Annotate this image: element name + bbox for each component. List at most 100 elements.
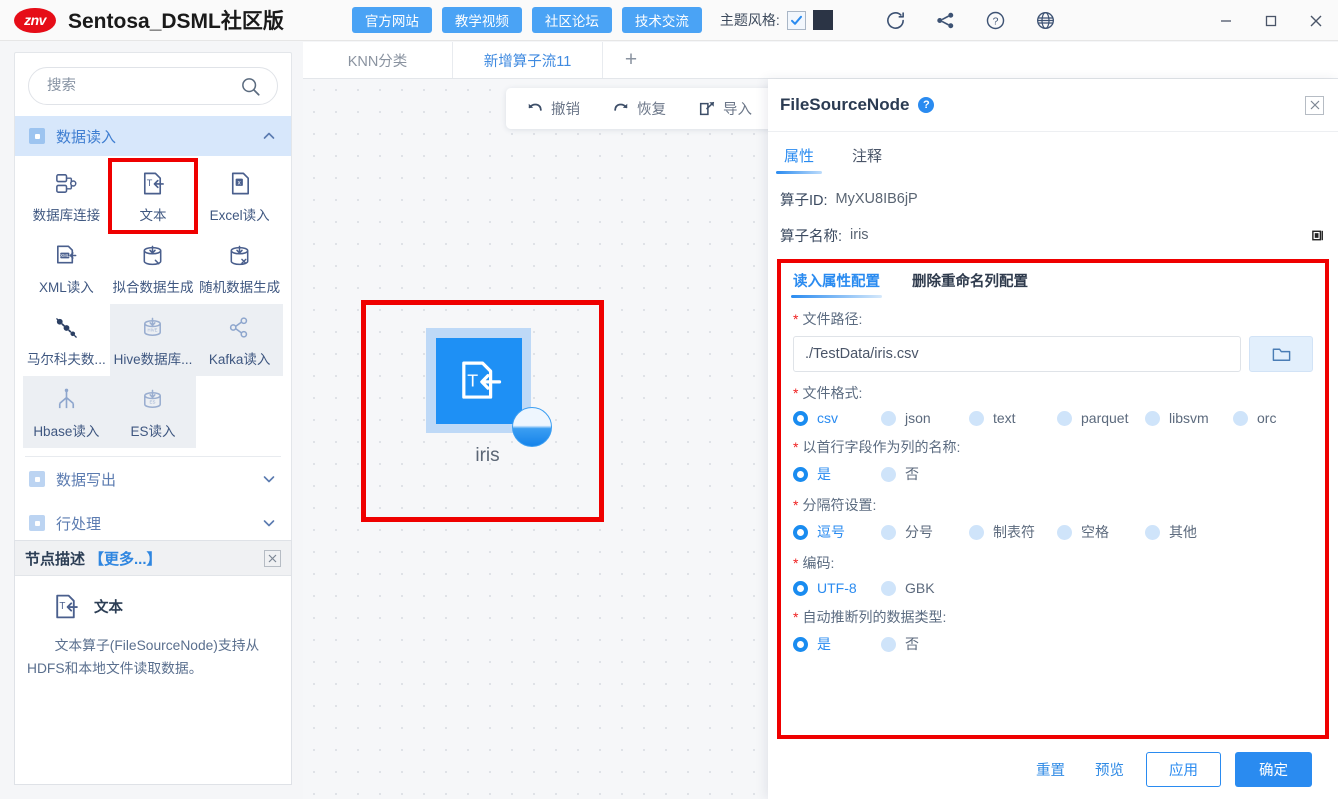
svg-text:T: T — [59, 601, 65, 612]
file-format-option-parquet[interactable]: parquet — [1057, 410, 1145, 426]
tab-attributes[interactable]: 属性 — [775, 136, 823, 174]
chevron-down-icon[interactable] — [261, 515, 277, 531]
redo-button[interactable]: 恢复 — [598, 94, 680, 124]
operator-item-hbase-read[interactable]: Hbase读入 — [23, 376, 110, 448]
search-icon[interactable] — [240, 76, 261, 97]
undo-icon — [526, 100, 544, 118]
option-label: orc — [1257, 410, 1277, 426]
flow-node-iris[interactable]: T — [426, 328, 552, 447]
header-as-columns-option-no[interactable]: 否 — [881, 464, 919, 484]
tab-comments[interactable]: 注释 — [848, 136, 886, 174]
node-description-text: 文本算子(FileSourceNode)支持从HDFS和本地文件读取数据。 — [27, 638, 260, 676]
operator-item-markov-data[interactable]: 马尔科夫数... — [23, 304, 110, 376]
close-icon[interactable] — [1293, 0, 1338, 41]
text-file-import-icon: T — [51, 592, 80, 621]
share-nodes-icon[interactable] — [935, 9, 957, 31]
copy-icon[interactable] — [1311, 228, 1326, 243]
operator-item-kafka-read[interactable]: Kafka读入 — [196, 304, 283, 376]
delimiter-option-comma[interactable]: 逗号 — [793, 522, 881, 542]
file-path-input[interactable] — [793, 336, 1241, 372]
operator-item-xml-read[interactable]: XML XML读入 — [23, 232, 110, 304]
category-bullet-icon — [29, 471, 45, 487]
form-tab-read-properties[interactable]: 读入属性配置 — [791, 270, 882, 298]
minimize-icon[interactable] — [1203, 0, 1248, 41]
required-marker: * — [793, 385, 799, 401]
refresh-icon[interactable] — [885, 9, 907, 31]
sidebar-category-label: 数据写出 — [56, 471, 117, 489]
operator-item-fit-data-generation[interactable]: 拟合数据生成 — [110, 232, 197, 304]
delimiter-option-space[interactable]: 空格 — [1057, 522, 1145, 542]
operator-item-database-connection[interactable]: 数据库连接 — [23, 160, 110, 232]
sidebar-category-label: 行处理 — [56, 515, 102, 533]
file-path-label-text: 文件路径: — [802, 311, 863, 327]
infer-schema-option-no[interactable]: 否 — [881, 634, 919, 654]
chevron-down-icon[interactable] — [261, 471, 277, 487]
infer-schema-option-yes[interactable]: 是 — [793, 634, 881, 654]
confirm-button[interactable]: 确定 — [1235, 751, 1312, 787]
operator-name-value: iris — [850, 227, 869, 243]
delimiter-option-tab[interactable]: 制表符 — [969, 522, 1057, 542]
import-label: 导入 — [723, 102, 752, 118]
add-tab-button[interactable]: + — [603, 42, 659, 78]
file-format-option-orc[interactable]: orc — [1233, 410, 1276, 426]
delimiter-option-other[interactable]: 其他 — [1145, 522, 1197, 542]
close-icon[interactable] — [1305, 95, 1324, 115]
preview-button[interactable]: 预览 — [1087, 759, 1132, 780]
titlebar-icon-group: ? — [885, 9, 1057, 31]
theme-color-swatch[interactable] — [812, 10, 833, 30]
option-label: parquet — [1081, 410, 1129, 426]
search-box[interactable] — [28, 67, 278, 105]
search-input[interactable] — [45, 77, 240, 95]
folder-icon — [1272, 348, 1290, 361]
help-circle-icon[interactable]: ? — [985, 9, 1007, 31]
import-icon — [698, 100, 716, 118]
sidebar-category-data-input[interactable]: 数据读入 — [15, 116, 291, 156]
option-label: 分号 — [905, 524, 933, 540]
delimiter-option-semicolon[interactable]: 分号 — [881, 522, 969, 542]
data-preview-badge[interactable] — [512, 407, 552, 447]
help-circle-icon[interactable]: ? — [918, 97, 935, 113]
browse-file-button[interactable] — [1249, 336, 1313, 372]
sidebar-category-row-processing[interactable]: 行处理 — [15, 501, 291, 545]
redo-label: 恢复 — [637, 102, 666, 118]
option-label: json — [905, 410, 931, 426]
theme-style-checkbox[interactable] — [786, 10, 806, 30]
header-as-columns-radio-group: 是 否 — [793, 464, 1313, 484]
kafka-icon — [226, 313, 253, 343]
community-forum-button[interactable]: 社区论坛 — [531, 7, 612, 33]
close-icon[interactable] — [264, 549, 281, 567]
file-format-option-json[interactable]: json — [881, 410, 969, 426]
operator-item-hive-database[interactable]: HIVE Hive数据库... — [109, 304, 197, 376]
file-format-option-text[interactable]: text — [969, 410, 1057, 426]
selected-node-container[interactable]: T iris — [361, 300, 604, 522]
file-format-option-csv[interactable]: csv — [793, 410, 881, 426]
file-format-option-libsvm[interactable]: libsvm — [1145, 410, 1233, 426]
apply-button[interactable]: 应用 — [1146, 751, 1221, 787]
encoding-option-utf8[interactable]: UTF-8 — [793, 580, 881, 596]
operator-item-random-data-generation[interactable]: 随机数据生成 — [196, 232, 283, 304]
node-description-more-link[interactable]: 【更多...】 — [89, 548, 162, 569]
operator-item-text[interactable]: T 文本 — [107, 158, 199, 234]
markov-chain-icon — [53, 313, 80, 343]
header-as-columns-option-yes[interactable]: 是 — [793, 464, 881, 484]
text-file-import-icon: T — [139, 169, 166, 199]
chevron-up-icon[interactable] — [261, 128, 277, 144]
maximize-icon[interactable] — [1248, 0, 1293, 41]
radio-dot-icon — [881, 410, 896, 426]
form-tab-rename-columns[interactable]: 删除重命名列配置 — [912, 270, 1028, 298]
radio-dot-icon — [881, 466, 896, 482]
encoding-option-gbk[interactable]: GBK — [881, 580, 935, 596]
tech-exchange-button[interactable]: 技术交流 — [621, 7, 702, 33]
undo-button[interactable]: 撤销 — [512, 94, 594, 124]
tutorial-video-button[interactable]: 教学视频 — [441, 7, 522, 33]
reset-button[interactable]: 重置 — [1028, 759, 1073, 780]
tab-knn-classification[interactable]: KNN分类 — [303, 42, 453, 78]
import-button[interactable]: 导入 — [684, 94, 766, 124]
operator-item-excel-read[interactable]: x Excel读入 — [196, 160, 283, 232]
globe-icon[interactable] — [1035, 9, 1057, 31]
sidebar-category-data-output[interactable]: 数据写出 — [15, 457, 291, 501]
tab-new-operator-flow-11[interactable]: 新增算子流11 — [453, 42, 603, 78]
hbase-icon — [53, 385, 80, 415]
official-website-button[interactable]: 官方网站 — [351, 7, 432, 33]
operator-item-es-read[interactable]: ES ES读入 — [109, 376, 197, 448]
